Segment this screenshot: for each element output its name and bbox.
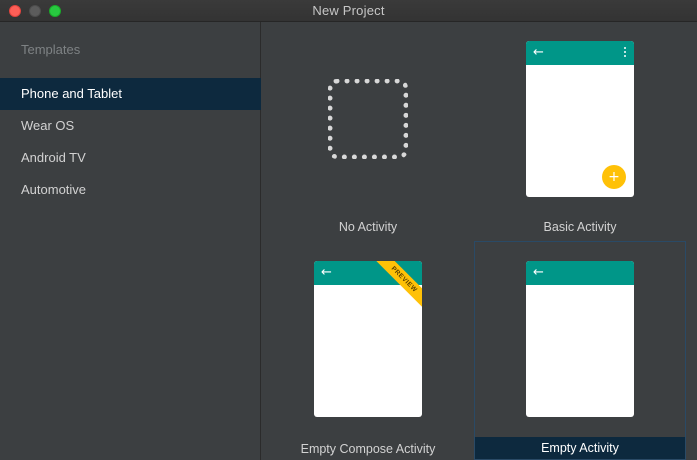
window-titlebar: New Project: [0, 0, 697, 22]
phone-preview: ←: [526, 261, 634, 417]
template-no-activity[interactable]: No Activity: [262, 22, 474, 241]
template-empty-activity[interactable]: ← Empty Activity: [474, 241, 686, 460]
sidebar-header: Templates: [21, 42, 81, 57]
arrow-left-icon: ←: [533, 265, 544, 280]
arrow-left-icon: ←: [321, 265, 332, 280]
templates-grid: No Activity ← + Basic Activity ← PREVIEW…: [262, 22, 697, 460]
template-label: Empty Activity: [475, 437, 685, 459]
sidebar-item-wear-os[interactable]: Wear OS: [0, 110, 261, 142]
template-basic-activity[interactable]: ← + Basic Activity: [474, 22, 686, 241]
preview-ribbon: PREVIEW: [372, 261, 422, 311]
templates-sidebar: Templates Phone and Tablet Wear OS Andro…: [0, 22, 261, 460]
app-bar: ←: [526, 261, 634, 285]
preview-badge: PREVIEW: [373, 261, 422, 310]
window-title: New Project: [312, 3, 385, 18]
app-bar: ←: [526, 41, 634, 65]
template-label: No Activity: [338, 220, 398, 234]
template-empty-compose-activity[interactable]: ← PREVIEW Empty Compose Activity: [262, 241, 474, 460]
plus-icon: +: [602, 165, 626, 189]
sidebar-item-android-tv[interactable]: Android TV: [0, 142, 261, 174]
phone-preview: ← PREVIEW: [314, 261, 422, 417]
template-label: Empty Compose Activity: [300, 442, 436, 456]
arrow-left-icon: ←: [533, 45, 544, 60]
phone-preview: ← +: [526, 41, 634, 197]
template-label: Basic Activity: [543, 220, 617, 234]
kebab-menu-icon: [624, 47, 627, 59]
no-activity-placeholder-icon: [328, 79, 408, 159]
sidebar-item-phone-and-tablet[interactable]: Phone and Tablet: [0, 78, 261, 110]
sidebar-item-automotive[interactable]: Automotive: [0, 174, 261, 206]
